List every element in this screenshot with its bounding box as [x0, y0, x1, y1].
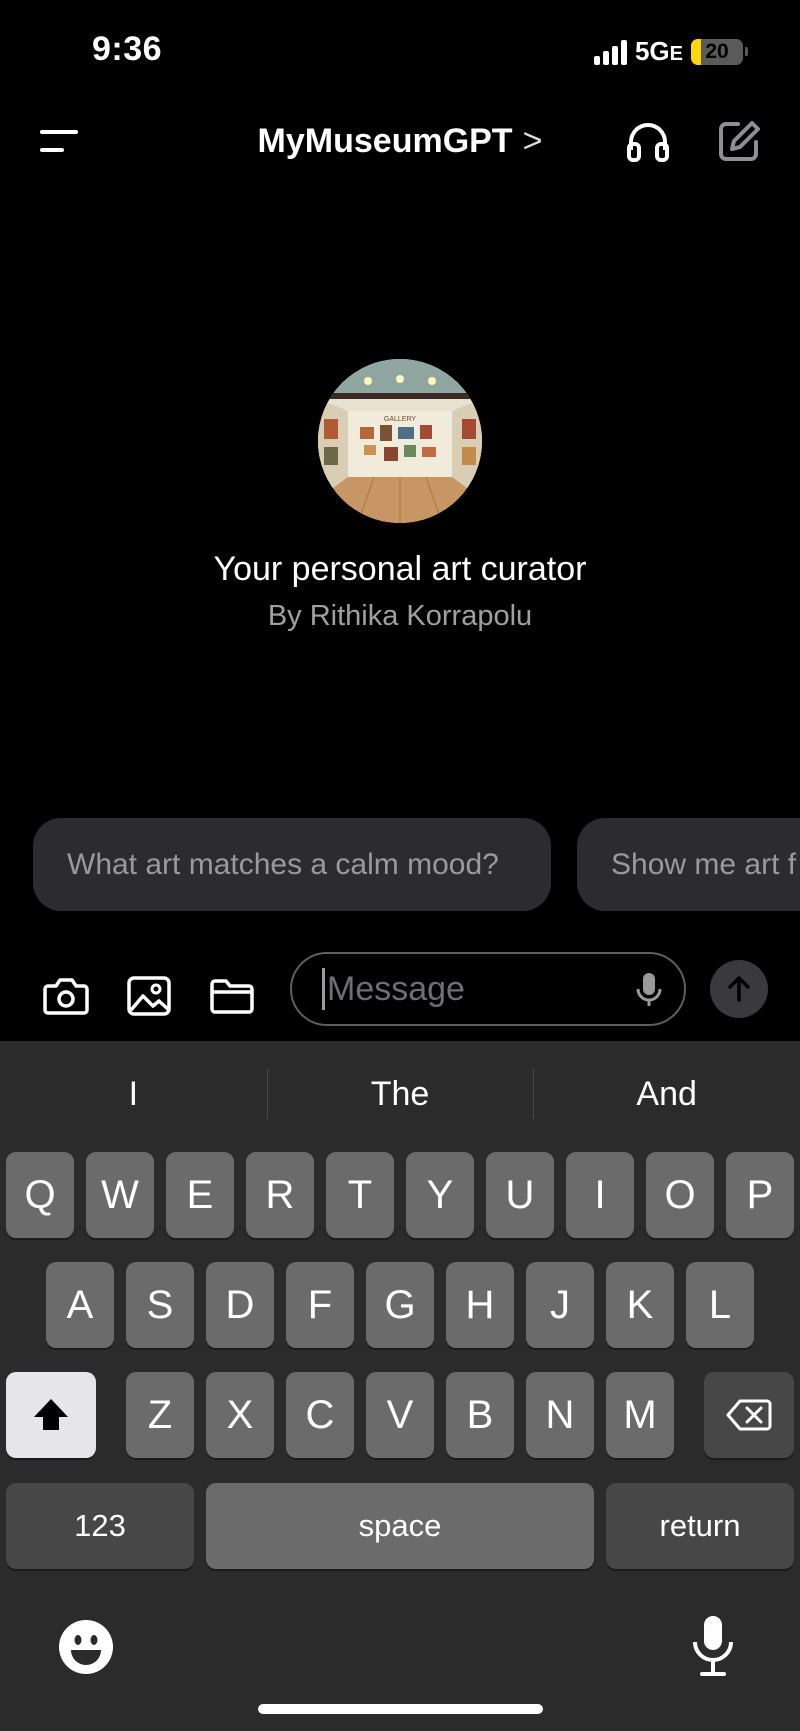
photo-icon[interactable]: [125, 972, 173, 1018]
network-type: 5GE: [635, 36, 683, 67]
folder-icon[interactable]: [208, 972, 256, 1018]
microphone-icon[interactable]: [634, 971, 664, 1009]
prediction-item[interactable]: And: [533, 1041, 800, 1147]
arrow-up-icon: [728, 976, 750, 1002]
key[interactable]: O: [646, 1152, 714, 1238]
key[interactable]: E: [166, 1152, 234, 1238]
key[interactable]: S: [126, 1262, 194, 1348]
send-button[interactable]: [710, 960, 768, 1018]
key[interactable]: F: [286, 1262, 354, 1348]
key[interactable]: P: [726, 1152, 794, 1238]
gpt-description: Your personal art curator: [213, 550, 587, 588]
gpt-author: By Rithika Korrapolu: [267, 600, 533, 632]
predictive-bar: I The And: [0, 1041, 800, 1147]
suggestion-chip[interactable]: Show me art f: [577, 818, 800, 911]
key[interactable]: Y: [406, 1152, 474, 1238]
return-key[interactable]: return: [606, 1483, 794, 1569]
key[interactable]: I: [566, 1152, 634, 1238]
gpt-title: MyMuseumGPT: [257, 122, 513, 160]
battery-icon: 20: [691, 38, 743, 65]
gpt-title-button[interactable]: MyMuseumGPT >: [0, 122, 800, 161]
key[interactable]: X: [206, 1372, 274, 1458]
key[interactable]: A: [46, 1262, 114, 1348]
delete-key[interactable]: [704, 1372, 794, 1458]
message-placeholder: Message: [327, 969, 465, 1008]
gpt-avatar: GALLERY: [318, 359, 482, 523]
key[interactable]: C: [286, 1372, 354, 1458]
key[interactable]: Q: [6, 1152, 74, 1238]
network-label: 5G: [634, 36, 670, 66]
key[interactable]: W: [86, 1152, 154, 1238]
key[interactable]: V: [366, 1372, 434, 1458]
text-cursor: [322, 968, 325, 1010]
gallery-image: GALLERY: [318, 359, 482, 523]
key[interactable]: T: [326, 1152, 394, 1238]
battery-percent: 20: [705, 39, 729, 63]
chevron-right-icon: >: [522, 122, 543, 160]
key[interactable]: N: [526, 1372, 594, 1458]
key[interactable]: Z: [126, 1372, 194, 1458]
key[interactable]: B: [446, 1372, 514, 1458]
key[interactable]: M: [606, 1372, 674, 1458]
key[interactable]: G: [366, 1262, 434, 1348]
headphones-icon[interactable]: [624, 118, 672, 166]
status-indicators: 5GE 20: [593, 36, 748, 67]
home-indicator[interactable]: [258, 1704, 543, 1714]
status-bar: 9:36 5GE 20: [0, 0, 800, 110]
suggestion-chip[interactable]: What art matches a calm mood?: [33, 818, 551, 911]
prediction-item[interactable]: I: [0, 1041, 267, 1147]
key[interactable]: H: [446, 1262, 514, 1348]
delete-icon: [726, 1399, 772, 1431]
key[interactable]: J: [526, 1262, 594, 1348]
shift-key[interactable]: [6, 1372, 96, 1458]
camera-icon[interactable]: [42, 972, 90, 1018]
key[interactable]: K: [606, 1262, 674, 1348]
compose-icon[interactable]: [716, 118, 762, 164]
key[interactable]: L: [686, 1262, 754, 1348]
message-input[interactable]: Message: [290, 952, 686, 1026]
suggestion-list: What art matches a calm mood? Show me ar…: [33, 818, 800, 911]
network-suffix: E: [669, 43, 683, 65]
status-time: 9:36: [92, 30, 163, 68]
avatar-sign-text: GALLERY: [384, 416, 416, 423]
numbers-key[interactable]: 123: [6, 1483, 194, 1569]
shift-icon: [34, 1399, 68, 1430]
key[interactable]: D: [206, 1262, 274, 1348]
cellular-signal-icon: [593, 39, 627, 65]
prediction-item[interactable]: The: [266, 1041, 534, 1147]
battery-cap: [745, 47, 748, 56]
emoji-icon[interactable]: [58, 1619, 114, 1675]
key[interactable]: U: [486, 1152, 554, 1238]
space-key[interactable]: space: [206, 1483, 594, 1569]
key[interactable]: R: [246, 1152, 314, 1238]
composer-bar: Message: [0, 952, 800, 1040]
battery-fill: [691, 38, 702, 65]
dictation-icon[interactable]: [690, 1614, 736, 1678]
keyboard: I The And Q W E R T Y U I O P A S D F G …: [0, 1041, 800, 1731]
navigation-bar: MyMuseumGPT >: [0, 110, 800, 180]
